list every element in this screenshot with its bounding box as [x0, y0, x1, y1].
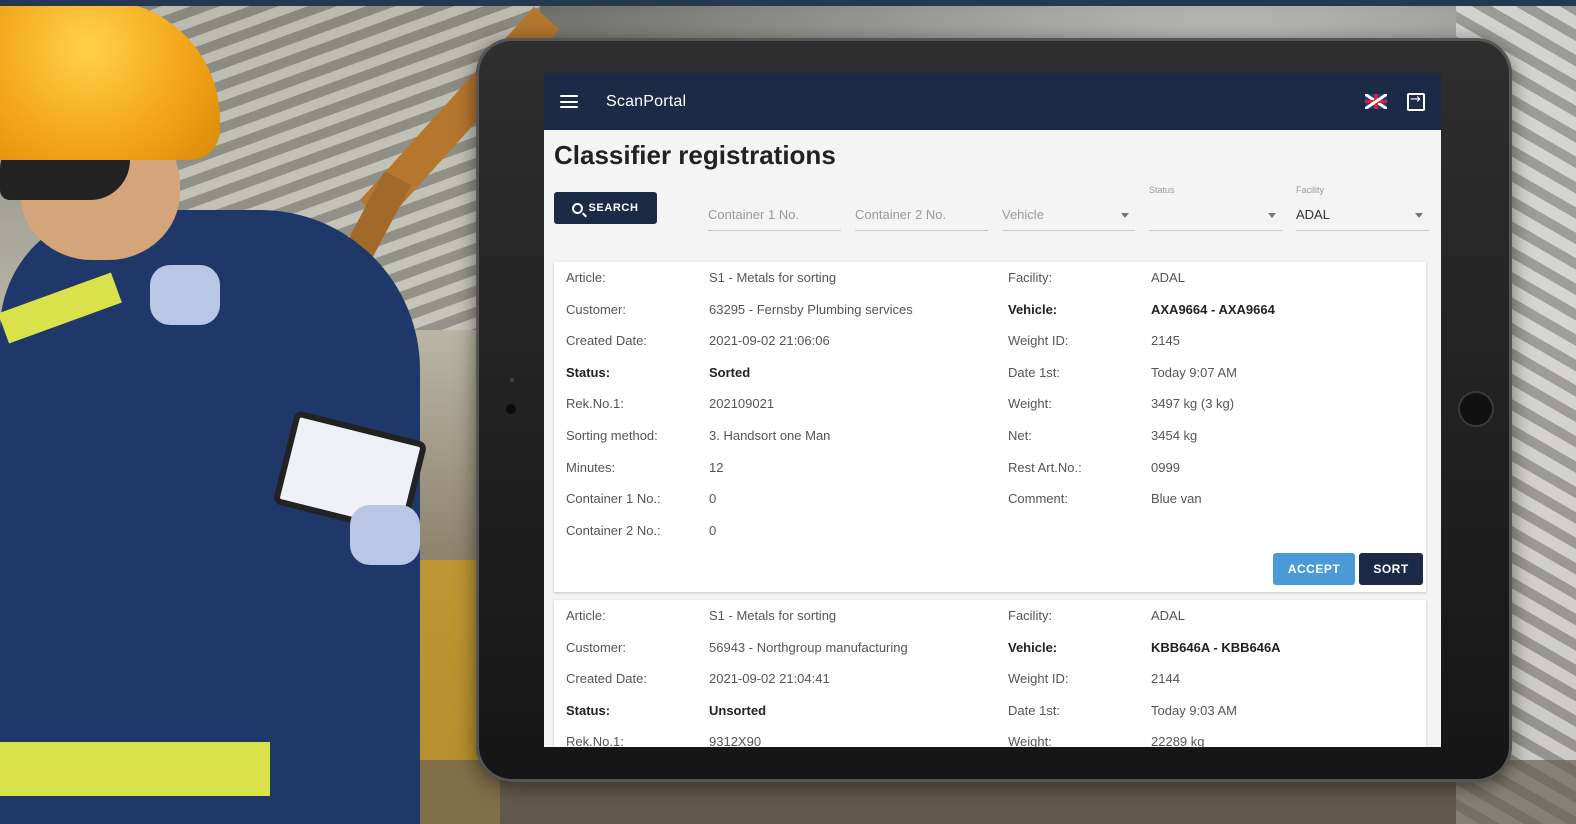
field-value: 0999	[1151, 459, 1180, 475]
field-value: 3. Handsort one Man	[709, 428, 831, 443]
field-label: Vehicle:	[1008, 301, 1058, 317]
field-label: Status:	[566, 702, 611, 718]
tablet-screen: ScanPortal Classifier registrations SEAR…	[544, 73, 1441, 747]
accept-button[interactable]: ACCEPT	[1273, 553, 1355, 585]
field-value: 63295 - Fernsby Plumbing services	[709, 301, 913, 317]
field-value: Blue van	[1151, 491, 1202, 507]
home-button[interactable]	[1458, 391, 1494, 427]
field-value: S1 - Metals for sorting	[709, 270, 837, 285]
field-label: Article:	[566, 608, 606, 623]
status-label: Status	[1149, 185, 1175, 195]
vehicle-placeholder: Vehicle	[1002, 207, 1044, 222]
menu-icon[interactable]	[560, 95, 578, 108]
field-label: Net:	[1008, 428, 1032, 443]
field-label: Rek.No.1:	[566, 734, 624, 747]
filter-bar: SEARCH Container 1 No. Container 2 No. V…	[544, 185, 1441, 251]
search-icon	[572, 202, 584, 214]
field-value: AXA9664 - AXA9664	[1151, 301, 1275, 317]
logout-icon[interactable]	[1407, 92, 1425, 111]
field-value: 0	[709, 522, 717, 538]
top-band	[0, 0, 1576, 6]
vehicle-select[interactable]: Vehicle	[1002, 185, 1135, 231]
field-label: Rek.No.1:	[566, 396, 624, 412]
container1-placeholder: Container 1 No.	[708, 207, 800, 222]
chevron-down-icon	[1415, 213, 1423, 218]
glove	[350, 505, 420, 565]
field-label: Date 1st:	[1008, 702, 1061, 718]
tablet-camera	[506, 404, 516, 414]
field-value: Sorted	[709, 364, 751, 380]
field-value: 12	[709, 459, 724, 475]
field-label: Comment:	[1008, 491, 1068, 507]
search-button-label: SEARCH	[588, 202, 639, 214]
registration-card: Article: S1 - Metals for sorting Customer:…	[554, 600, 1426, 747]
sort-button[interactable]: SORT	[1359, 553, 1423, 585]
facility-label: Facility	[1296, 185, 1325, 195]
app-title: ScanPortal	[606, 92, 687, 110]
reflective-stripe	[0, 742, 270, 796]
field-value: S1 - Metals for sorting	[709, 608, 837, 623]
container2-placeholder: Container 2 No.	[855, 207, 947, 222]
app-bar: ScanPortal	[544, 73, 1441, 130]
uk-flag-icon[interactable]	[1365, 94, 1387, 109]
chevron-down-icon	[1121, 213, 1129, 218]
field-value: Today 9:07 AM	[1151, 364, 1237, 380]
glove	[150, 265, 220, 325]
field-value: 3497 kg (3 kg)	[1151, 396, 1235, 412]
field-label: Weight:	[1008, 396, 1052, 412]
field-label: Rest Art.No.:	[1008, 459, 1082, 475]
status-select[interactable]: Status	[1149, 185, 1282, 231]
field-label: Customer:	[566, 301, 626, 317]
chevron-down-icon	[1268, 213, 1276, 218]
field-value: Today 9:03 AM	[1151, 702, 1237, 718]
field-label: Facility:	[1008, 608, 1053, 623]
field-value: 0	[709, 491, 717, 507]
field-label: Created Date:	[566, 333, 647, 349]
field-label: Date 1st:	[1008, 364, 1061, 380]
field-label: Container 1 No.:	[566, 491, 661, 507]
field-label: Weight ID:	[1008, 333, 1069, 349]
container2-input[interactable]: Container 2 No.	[855, 185, 988, 231]
field-label: Status:	[566, 364, 611, 380]
field-value: 22289 kg	[1151, 734, 1205, 747]
facility-value: ADAL	[1296, 207, 1330, 222]
search-button[interactable]: SEARCH	[554, 192, 657, 224]
field-value: 202109021	[709, 396, 775, 412]
field-value: 56943 - Northgroup manufacturing	[709, 639, 908, 655]
field-value: 2021-09-02 21:04:41	[709, 671, 830, 687]
field-label: Article:	[566, 270, 606, 285]
field-label: Minutes:	[566, 459, 616, 475]
container1-input[interactable]: Container 1 No.	[708, 185, 841, 231]
field-value: ADAL	[1151, 608, 1185, 623]
field-label: Vehicle:	[1008, 639, 1058, 655]
tablet-sensor	[510, 378, 514, 382]
field-label: Created Date:	[566, 671, 647, 687]
field-label: Weight ID:	[1008, 671, 1069, 687]
field-label: Facility:	[1008, 270, 1053, 285]
field-value: KBB646A - KBB646A	[1151, 639, 1281, 655]
field-label: Sorting method:	[566, 428, 658, 443]
field-value: 2145	[1151, 333, 1180, 349]
field-label: Container 2 No.:	[566, 522, 661, 538]
field-value: 2021-09-02 21:06:06	[709, 333, 830, 349]
field-value: 2144	[1151, 671, 1180, 687]
field-label: Customer:	[566, 639, 626, 655]
page-title: Classifier registrations	[554, 140, 836, 170]
field-value: 9312X90	[709, 734, 762, 747]
facility-select[interactable]: Facility ADAL	[1296, 185, 1429, 231]
registration-card: Article: S1 - Metals for sorting Customer:…	[554, 262, 1426, 592]
field-value: ADAL	[1151, 270, 1185, 285]
field-value: 3454 kg	[1151, 428, 1198, 443]
field-value: Unsorted	[709, 702, 767, 718]
field-label: Weight:	[1008, 734, 1052, 747]
